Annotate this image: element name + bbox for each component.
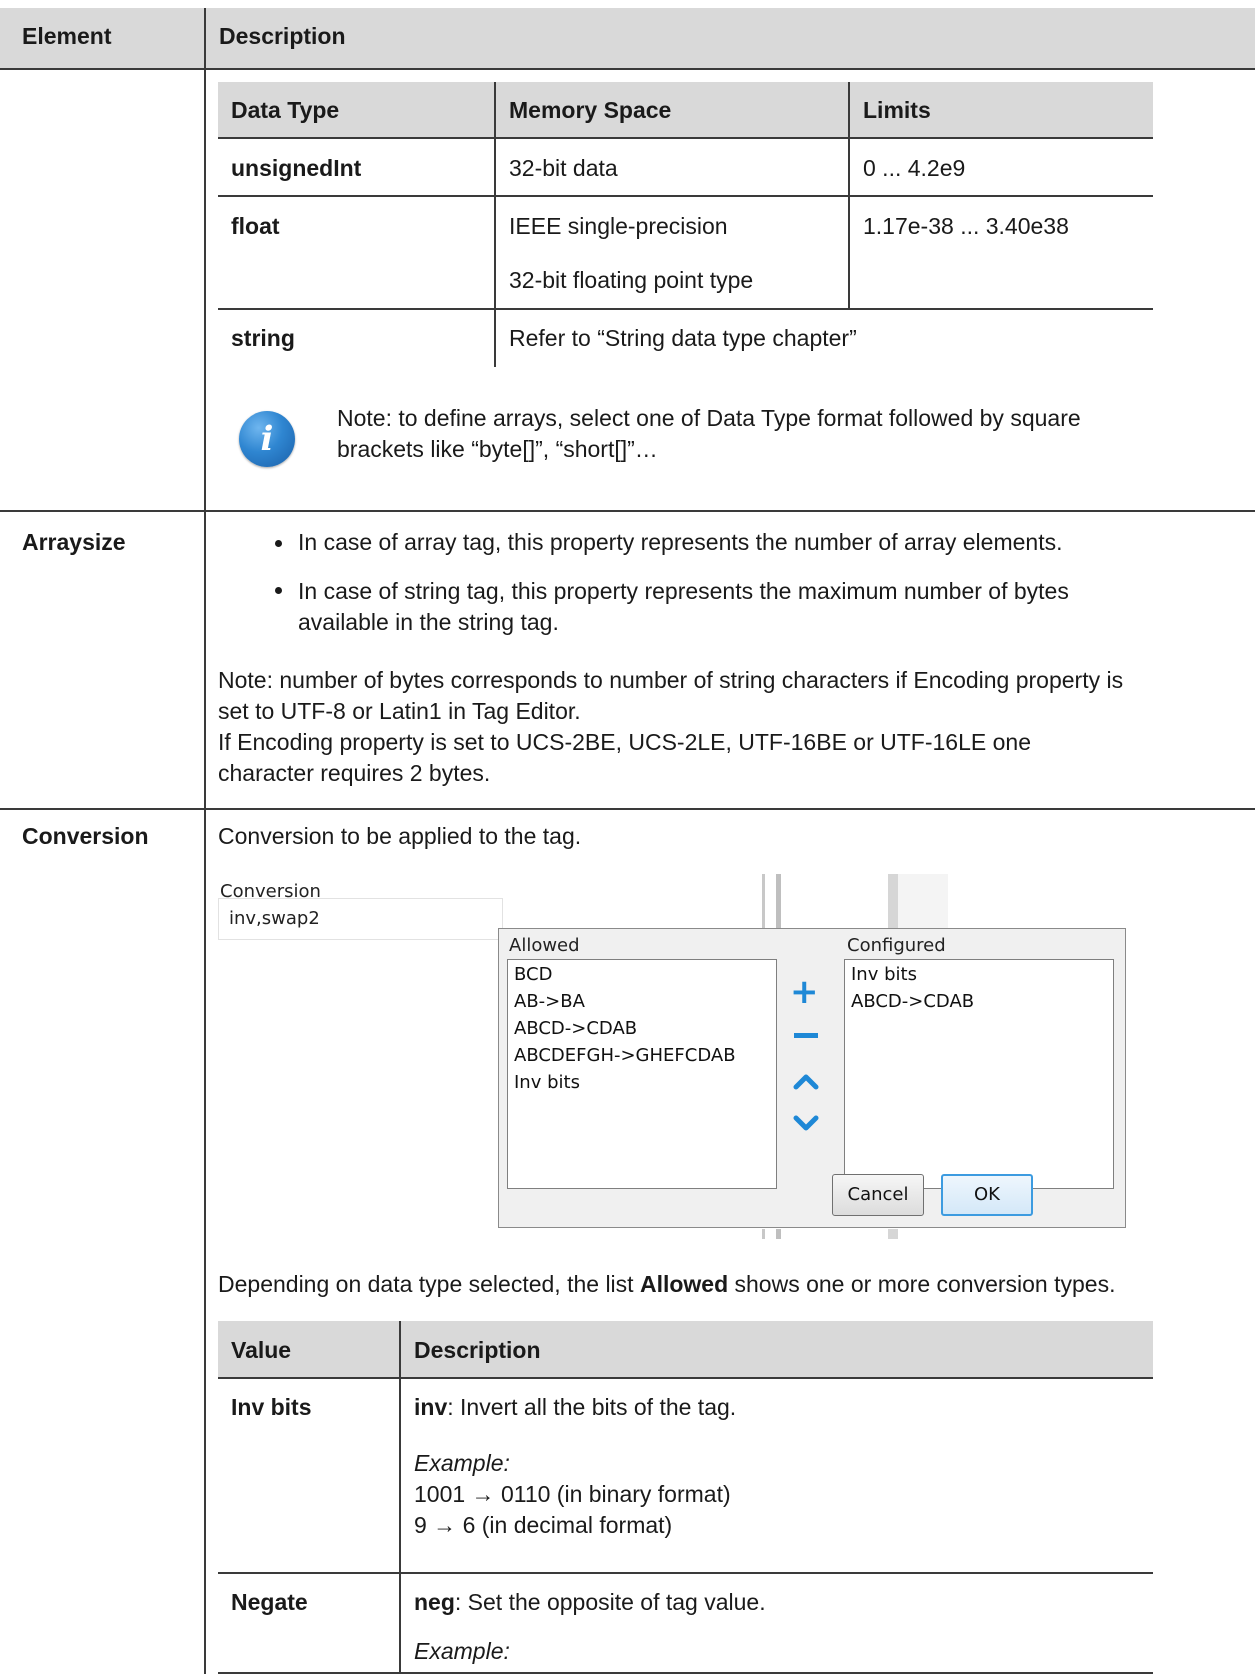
- add-icon[interactable]: +: [790, 975, 819, 1009]
- bullet-icon: [275, 587, 282, 594]
- dt-col-divider-2: [848, 82, 850, 308]
- row-divider-1: [0, 510, 1255, 512]
- dt-row-limits: 1.17e-38 ... 3.40e38: [863, 213, 1069, 239]
- header-description: Description: [219, 23, 346, 49]
- background-splitter: [776, 874, 781, 930]
- background-splitter: [762, 1229, 765, 1239]
- conversion-input[interactable]: inv,swap2: [218, 898, 503, 940]
- dt-header-type: Data Type: [231, 97, 340, 123]
- main-column-divider: [204, 8, 206, 1674]
- allowed-item[interactable]: Inv bits: [514, 1072, 580, 1093]
- configured-item[interactable]: Inv bits: [851, 964, 917, 985]
- configured-item[interactable]: ABCD->CDAB: [851, 991, 974, 1012]
- header-element: Element: [22, 23, 112, 49]
- note-text: Note: to define arrays, select one of Da…: [337, 403, 1081, 465]
- note-line: If Encoding property is set to UCS-2BE, …: [218, 729, 1031, 755]
- info-icon: i: [239, 411, 295, 467]
- vt-row-value: Negate: [231, 1589, 308, 1615]
- cancel-button[interactable]: Cancel: [832, 1174, 924, 1216]
- bullet-line: available in the string tag.: [298, 609, 559, 635]
- background-splitter: [888, 1229, 898, 1239]
- value-table-header: [218, 1321, 1153, 1378]
- vt-keyword: neg: [414, 1589, 455, 1615]
- vt-col-divider: [399, 1321, 401, 1674]
- datatype-table-header: [218, 82, 1153, 139]
- arraysize-bullet-1: In case of array tag, this property repr…: [298, 529, 1063, 555]
- allowed-item[interactable]: ABCD->CDAB: [514, 1018, 637, 1039]
- dt-row-memory: 32-bit data: [509, 155, 618, 181]
- main-header-rule: [0, 68, 1255, 70]
- allowed-item[interactable]: BCD: [514, 964, 552, 985]
- vt-header-description: Description: [414, 1337, 541, 1363]
- configured-list[interactable]: Inv bits ABCD->CDAB: [844, 959, 1114, 1189]
- remove-icon[interactable]: [794, 1033, 818, 1038]
- vt-row-description: inv: Invert all the bits of the tag.: [414, 1394, 736, 1421]
- move-down-icon[interactable]: [793, 1115, 819, 1133]
- vt-rule-1: [218, 1377, 1153, 1379]
- arraysize-bullet-2: In case of string tag, this property rep…: [298, 576, 1069, 638]
- arraysize-note: Note: number of bytes corresponds to num…: [218, 665, 1123, 789]
- note-line: character requires 2 bytes.: [218, 760, 491, 786]
- vt-text: : Set the opposite of tag value.: [454, 1589, 766, 1615]
- note-line: set to UTF-8 or Latin1 in Tag Editor.: [218, 698, 581, 724]
- note-line: brackets like “byte[]”, “short[]”…: [337, 436, 658, 462]
- vt-header-value: Value: [231, 1337, 292, 1363]
- vt-example-line: 1001 → 0110 (in binary format): [414, 1481, 731, 1507]
- dt-rule-1: [218, 137, 1153, 139]
- bullet-line: In case of string tag, this property rep…: [298, 578, 1069, 604]
- dt-row-memory: Refer to “String data type chapter”: [509, 325, 857, 351]
- vt-row-description: neg: Set the opposite of tag value.: [414, 1589, 766, 1616]
- background-splitter: [776, 1229, 781, 1239]
- vt-keyword: inv: [414, 1394, 448, 1420]
- vt-example-line: 9 → 6 (in decimal format): [414, 1512, 673, 1538]
- dt-header-limits: Limits: [863, 97, 931, 123]
- vt-text: : Invert all the bits of the tag.: [447, 1394, 737, 1420]
- dt-row-type: float: [231, 213, 280, 239]
- arraysize-label: Arraysize: [22, 529, 126, 555]
- depending-bold: Allowed: [639, 1271, 729, 1297]
- dt-row-memory: IEEE single-precision: [509, 213, 728, 239]
- background-panel: [898, 874, 948, 930]
- dt-row-memory: 32-bit floating point type: [509, 267, 754, 293]
- conversion-label: Conversion: [22, 823, 149, 849]
- bullet-icon: [275, 540, 282, 547]
- note-line: Note: number of bytes corresponds to num…: [218, 667, 1124, 693]
- allowed-list[interactable]: BCD AB->BA ABCD->CDAB ABCDEFGH->GHEFCDAB…: [507, 959, 777, 1189]
- allowed-item[interactable]: ABCDEFGH->GHEFCDAB: [514, 1045, 736, 1066]
- dt-header-memory: Memory Space: [509, 97, 672, 123]
- dt-row-type: string: [231, 325, 295, 351]
- dt-row-limits: 0 ... 4.2e9: [863, 155, 966, 181]
- allowed-item[interactable]: AB->BA: [514, 991, 585, 1012]
- background-splitter: [888, 874, 898, 930]
- vt-example-label: Example:: [414, 1638, 510, 1664]
- vt-rule-2: [218, 1572, 1153, 1574]
- conversion-dialog: Allowed Configured BCD AB->BA ABCD->CDAB…: [498, 928, 1126, 1228]
- configured-label: Configured: [847, 935, 946, 956]
- depending-after: shows one or more conversion types.: [728, 1271, 1116, 1297]
- main-table-header: [0, 8, 1255, 70]
- allowed-label: Allowed: [509, 935, 580, 956]
- dt-rule-3: [218, 308, 1153, 310]
- dt-col-divider-1: [494, 82, 496, 367]
- move-up-icon[interactable]: [793, 1072, 819, 1090]
- vt-row-value: Inv bits: [231, 1394, 312, 1420]
- depending-text: Depending on data type selected, the lis…: [218, 1271, 1115, 1298]
- background-splitter: [762, 874, 765, 930]
- dt-row-type: unsignedInt: [231, 155, 362, 181]
- note-line: Note: to define arrays, select one of Da…: [337, 405, 1081, 431]
- row-divider-2: [0, 808, 1255, 810]
- depending-before: Depending on data type selected, the lis…: [218, 1271, 640, 1297]
- vt-example-label: Example:: [414, 1450, 510, 1476]
- vt-example: Example: 1001 → 0110 (in binary format) …: [414, 1448, 731, 1541]
- ok-button[interactable]: OK: [941, 1174, 1033, 1216]
- dt-rule-2: [218, 195, 1153, 197]
- conversion-intro: Conversion to be applied to the tag.: [218, 823, 582, 849]
- conversion-input-value: inv,swap2: [229, 908, 320, 929]
